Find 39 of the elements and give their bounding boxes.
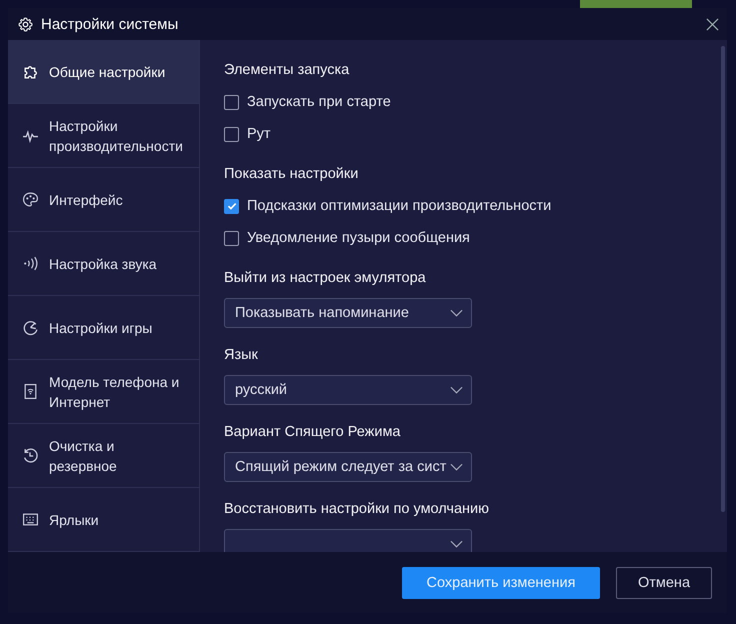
phone-wifi-icon [22, 383, 39, 400]
sidebar-item[interactable]: Очистка и резервное [8, 424, 199, 488]
section-heading: Вариант Спящего Режима [224, 423, 400, 442]
check-icon [226, 200, 238, 212]
checkbox-option[interactable]: Уведомление пузыри сообщения [224, 228, 470, 248]
chevron-icon [450, 386, 463, 394]
sidebar-item[interactable]: Настройка звука [8, 232, 199, 296]
window-title: Настройки системы [41, 16, 178, 32]
section-heading: Язык [224, 346, 258, 365]
sidebar-item[interactable]: Настройки производительности [8, 104, 199, 168]
sidebar-item[interactable]: Интерфейс [8, 168, 199, 232]
cancel-button[interactable]: Отмена [616, 566, 712, 598]
section-heading: Элементы запуска [224, 61, 350, 80]
scrollbar[interactable] [721, 46, 725, 512]
chevron-icon [450, 463, 463, 471]
history-icon [22, 447, 39, 464]
dropdown[interactable]: Спящий режим следует за сист [224, 452, 472, 482]
section-heading: Восстановить настройки по умолчанию [224, 500, 490, 519]
puzzle-icon [22, 63, 39, 80]
sidebar-item[interactable]: Общие настройки [8, 40, 199, 104]
sound-waves-icon [22, 255, 39, 272]
palette-icon [22, 191, 39, 208]
keyboard-icon [22, 511, 39, 528]
sidebar-item[interactable]: Модель телефона и Интернет [8, 360, 199, 424]
sidebar-item[interactable]: Настройки игры [8, 296, 199, 360]
checkbox-option[interactable]: Подсказки оптимизации производительности [224, 196, 552, 216]
checkbox-option[interactable]: Рут [224, 124, 271, 144]
gauge-icon [22, 319, 39, 336]
section-heading: Показать настройки [224, 165, 358, 184]
checkbox-option[interactable]: Запускать при старте [224, 92, 391, 112]
section-heading: Выйти из настроек эмулятора [224, 269, 426, 288]
close-icon[interactable] [706, 18, 719, 30]
dropdown[interactable]: Показывать напоминание [224, 298, 472, 328]
chevron-icon [450, 309, 463, 317]
dropdown[interactable]: русский [224, 375, 472, 405]
chevron-icon [450, 540, 463, 548]
dropdown[interactable] [224, 529, 472, 552]
sidebar-item[interactable]: Ярлыки [8, 488, 199, 552]
settings-icon [18, 16, 33, 32]
